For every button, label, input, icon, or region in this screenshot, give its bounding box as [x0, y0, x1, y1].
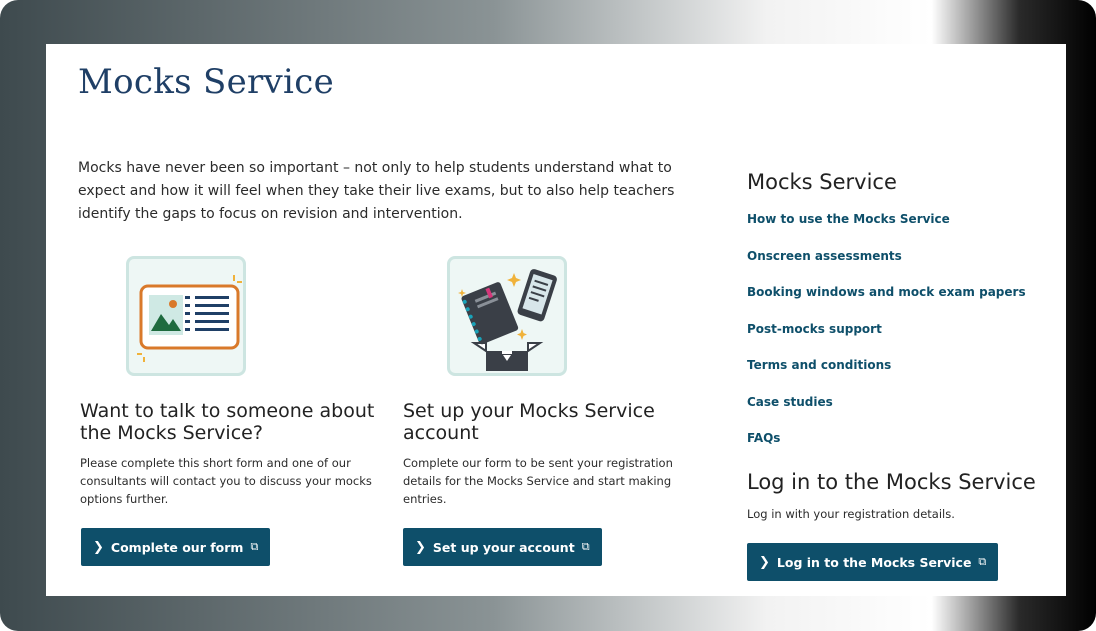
complete-form-button[interactable]: ❯ Complete our form ⧉	[81, 528, 271, 566]
setup-account-button[interactable]: ❯ Set up your account ⧉	[403, 528, 602, 566]
login-title: Log in to the Mocks Service	[747, 470, 1036, 494]
login-button-label: Log in to the Mocks Service	[776, 554, 972, 570]
screenshot-frame: Mocks Service Mocks have never been so i…	[0, 0, 1096, 631]
profile-card-illustration	[126, 256, 246, 376]
contact-card-title: Want to talk to someone about the Mocks …	[80, 400, 375, 444]
id-card-icon	[137, 275, 242, 362]
chevron-right-icon: ❯	[415, 539, 426, 555]
external-link-icon: ⧉	[250, 540, 259, 553]
notebook-tablet-icon	[458, 269, 557, 371]
page-title: Mocks Service	[78, 62, 334, 102]
contact-card: Want to talk to someone about the Mocks …	[80, 256, 390, 508]
sidebar-link-post-mocks-support[interactable]: Post-mocks support	[747, 322, 882, 336]
chevron-right-icon: ❯	[93, 539, 104, 555]
login-button[interactable]: ❯ Log in to the Mocks Service ⧉	[747, 543, 999, 581]
sidebar-link-terms[interactable]: Terms and conditions	[747, 358, 891, 372]
sidebar-title: Mocks Service	[747, 170, 897, 194]
sidebar-link-onscreen-assessments[interactable]: Onscreen assessments	[747, 249, 902, 263]
notebook-tablet-box-illustration	[447, 256, 567, 376]
intro-paragraph: Mocks have never been so important – not…	[78, 160, 675, 222]
account-card-title: Set up your Mocks Service account	[403, 400, 655, 444]
account-card: Set up your Mocks Service account Comple…	[403, 256, 713, 508]
sidebar-link-booking-windows[interactable]: Booking windows and mock exam papers	[747, 285, 1026, 299]
account-card-body: Complete our form to be sent your regist…	[403, 456, 673, 506]
contact-card-body: Please complete this short form and one …	[80, 456, 372, 506]
login-text: Log in with your registration details.	[747, 507, 955, 521]
content-panel: Mocks Service Mocks have never been so i…	[46, 44, 1066, 596]
sidebar: Mocks Service How to use the Mocks Servi…	[747, 170, 1047, 521]
sidebar-link-faqs[interactable]: FAQs	[747, 431, 780, 445]
external-link-icon: ⧉	[978, 555, 987, 568]
complete-form-label: Complete our form	[110, 539, 244, 555]
sidebar-link-how-to-use[interactable]: How to use the Mocks Service	[747, 212, 950, 226]
sidebar-link-case-studies[interactable]: Case studies	[747, 395, 833, 409]
chevron-right-icon: ❯	[759, 554, 770, 570]
external-link-icon: ⧉	[581, 540, 590, 553]
setup-account-label: Set up your account	[432, 539, 575, 555]
